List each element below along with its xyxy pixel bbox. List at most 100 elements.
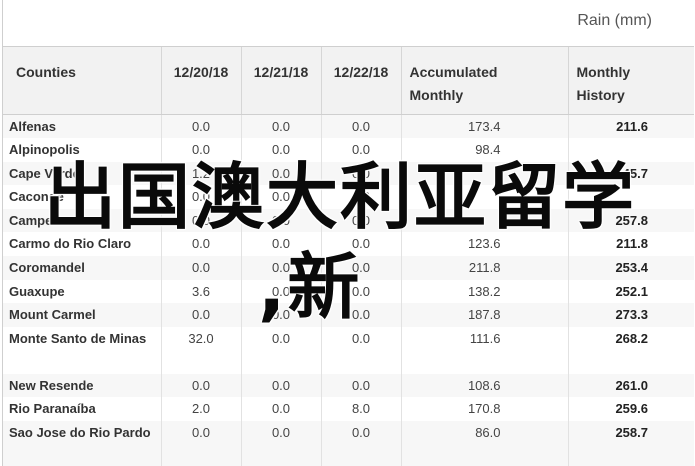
monthly-history-cell: 211.6 [567,114,694,139]
table-row: Carmo do Rio Claro 0.0 0.0 0.0 123.6 211.8 [3,232,694,257]
rain-day-3-cell: 0.0 [320,326,401,374]
table-row: Rio Paranaíba 2.0 0.0 8.0 170.8 259.6 [3,397,694,422]
column-header-date-3: 12/22/18 [320,47,401,115]
rain-day-3-cell: 0.0 [320,303,401,327]
rain-day-1-cell: 0.0 [160,303,241,327]
header-row: Counties 12/20/18 12/21/18 12/22/18 Accu… [3,47,694,115]
county-cell: Mount Carmel [3,303,161,327]
county-cell: Guaxupe [3,279,161,304]
monthly-history-cell: 245.7 [567,161,694,186]
accumulated-monthly-cell: 173.4 [400,114,568,139]
rain-day-1-cell: 2.0 [160,397,241,422]
column-header-date-1: 12/20/18 [160,47,241,115]
rain-day-3-cell: 0.0 [320,114,401,139]
column-header-date-2: 12/21/18 [240,47,321,115]
table-row: Campestre 0.0 0.0 0.0 257.8 [3,208,694,233]
rain-day-1-cell: 0.0 [160,421,241,466]
table-row: Monte Santo de Minas 32.0 0.0 0.0 111.6 268.2 [3,326,694,374]
accumulated-monthly-cell: 170.8 [400,397,568,422]
accumulated-monthly-cell: 138.2 [400,279,568,304]
rain-day-2-cell: 0.0 [240,397,321,422]
monthly-history-cell: 261.0 [567,373,694,398]
county-cell: Caconde [3,185,161,209]
accumulated-monthly-cell: 211.8 [400,256,568,280]
rain-day-2-cell: 0.0 [240,373,321,398]
accumulated-monthly-cell: 86.0 [400,421,568,466]
table-row: Sao Jose do Rio Pardo 0.0 0.0 0.0 86.0 258.7 [3,421,694,466]
county-cell: Carmo do Rio Claro [3,232,161,257]
table-row: Alpinopolis 0.0 0.0 0.0 98.4 [3,138,694,162]
county-cell: Monte Santo de Minas [3,326,161,374]
rain-day-3-cell: 0.0 [320,373,401,398]
accumulated-monthly-cell: 98.4 [400,138,568,162]
rain-day-1-cell: 0.0 [160,232,241,257]
county-cell: Campestre [3,208,161,233]
table-row: New Resende 0.0 0.0 0.0 108.6 261.0 [3,373,694,398]
rain-day-1-cell: 3.6 [160,279,241,304]
column-header-monthly-history: Monthly History [567,47,694,115]
table-row: Caconde 0.0 0.0 0.0 [3,185,694,209]
rain-day-2-cell: 0.0 [240,303,321,327]
accumulated-monthly-cell: 187.8 [400,303,568,327]
accumulated-monthly-cell: 108.6 [400,373,568,398]
rain-day-3-cell: 0.0 [320,138,401,162]
rain-day-1-cell: 32.0 [160,326,241,374]
rain-day-2-cell: 0.0 [240,185,321,209]
county-cell: Coromandel [3,256,161,280]
rain-day-2-cell: 0.0 [240,208,321,233]
monthly-history-cell: 273.3 [567,303,694,327]
accumulated-monthly-cell [400,185,568,209]
county-cell: New Resende [3,373,161,398]
monthly-history-cell [567,185,694,209]
monthly-history-cell [567,138,694,162]
county-cell: Rio Paranaíba [3,397,161,422]
rain-day-3-cell: 0.0 [320,256,401,280]
table-row: Guaxupe 3.6 0.0 0.0 138.2 252.1 [3,279,694,304]
rain-day-1-cell: 0.0 [160,208,241,233]
accumulated-monthly-cell: 111.6 [400,326,568,374]
table-body: Alfenas 0.0 0.0 0.0 173.4 211.6 Alpinopolis 0.0… [3,114,694,466]
table-row: Cape Verde 1.2 0.0 0.0 245.7 [3,161,694,186]
rain-day-3-cell: 0.0 [320,279,401,304]
monthly-history-cell: 252.1 [567,279,694,304]
rain-day-1-cell: 0.0 [160,138,241,162]
rain-day-3-cell: 0.0 [320,185,401,209]
caption-bar: Rain (mm) [3,0,694,47]
monthly-history-cell: 268.2 [567,326,694,374]
monthly-history-cell: 211.8 [567,232,694,257]
monthly-history-cell: 253.4 [567,256,694,280]
column-header-accumulated-monthly: Accumulated Monthly [400,47,568,115]
rain-day-1-cell: 0.0 [160,114,241,139]
county-cell: Alfenas [3,114,161,139]
rain-day-3-cell: 0.0 [320,232,401,257]
rain-day-1-cell: 0.0 [160,256,241,280]
rain-day-2-cell: 0.0 [240,279,321,304]
rain-day-2-cell: 0.0 [240,138,321,162]
accumulated-monthly-cell [400,161,568,186]
rain-day-3-cell: 0.0 [320,421,401,466]
rain-day-2-cell: 0.0 [240,326,321,374]
county-cell: Cape Verde [3,161,161,186]
rain-day-2-cell: 0.0 [240,256,321,280]
rain-day-1-cell: 0.0 [160,185,241,209]
monthly-history-cell: 259.6 [567,397,694,422]
rain-day-2-cell: 0.0 [240,114,321,139]
table-row: Coromandel 0.0 0.0 0.0 211.8 253.4 [3,256,694,280]
monthly-history-cell: 258.7 [567,421,694,466]
rain-day-2-cell: 0.0 [240,232,321,257]
county-cell: Sao Jose do Rio Pardo [3,421,161,466]
monthly-history-cell: 257.8 [567,208,694,233]
rain-table-panel: Rain (mm) Counties 12/20/18 12/21/18 12/… [2,0,694,466]
rain-table: Counties 12/20/18 12/21/18 12/22/18 Accu… [3,47,694,466]
rain-day-3-cell: 0.0 [320,208,401,233]
table-row: Mount Carmel 0.0 0.0 0.0 187.8 273.3 [3,303,694,327]
accumulated-monthly-cell [400,208,568,233]
rain-day-3-cell: 0.0 [320,161,401,186]
rain-day-2-cell: 0.0 [240,161,321,186]
rain-day-1-cell: 0.0 [160,373,241,398]
rain-day-3-cell: 8.0 [320,397,401,422]
table-row: Alfenas 0.0 0.0 0.0 173.4 211.6 [3,114,694,139]
table-caption: Rain (mm) [577,12,652,29]
accumulated-monthly-cell: 123.6 [400,232,568,257]
county-cell: Alpinopolis [3,138,161,162]
